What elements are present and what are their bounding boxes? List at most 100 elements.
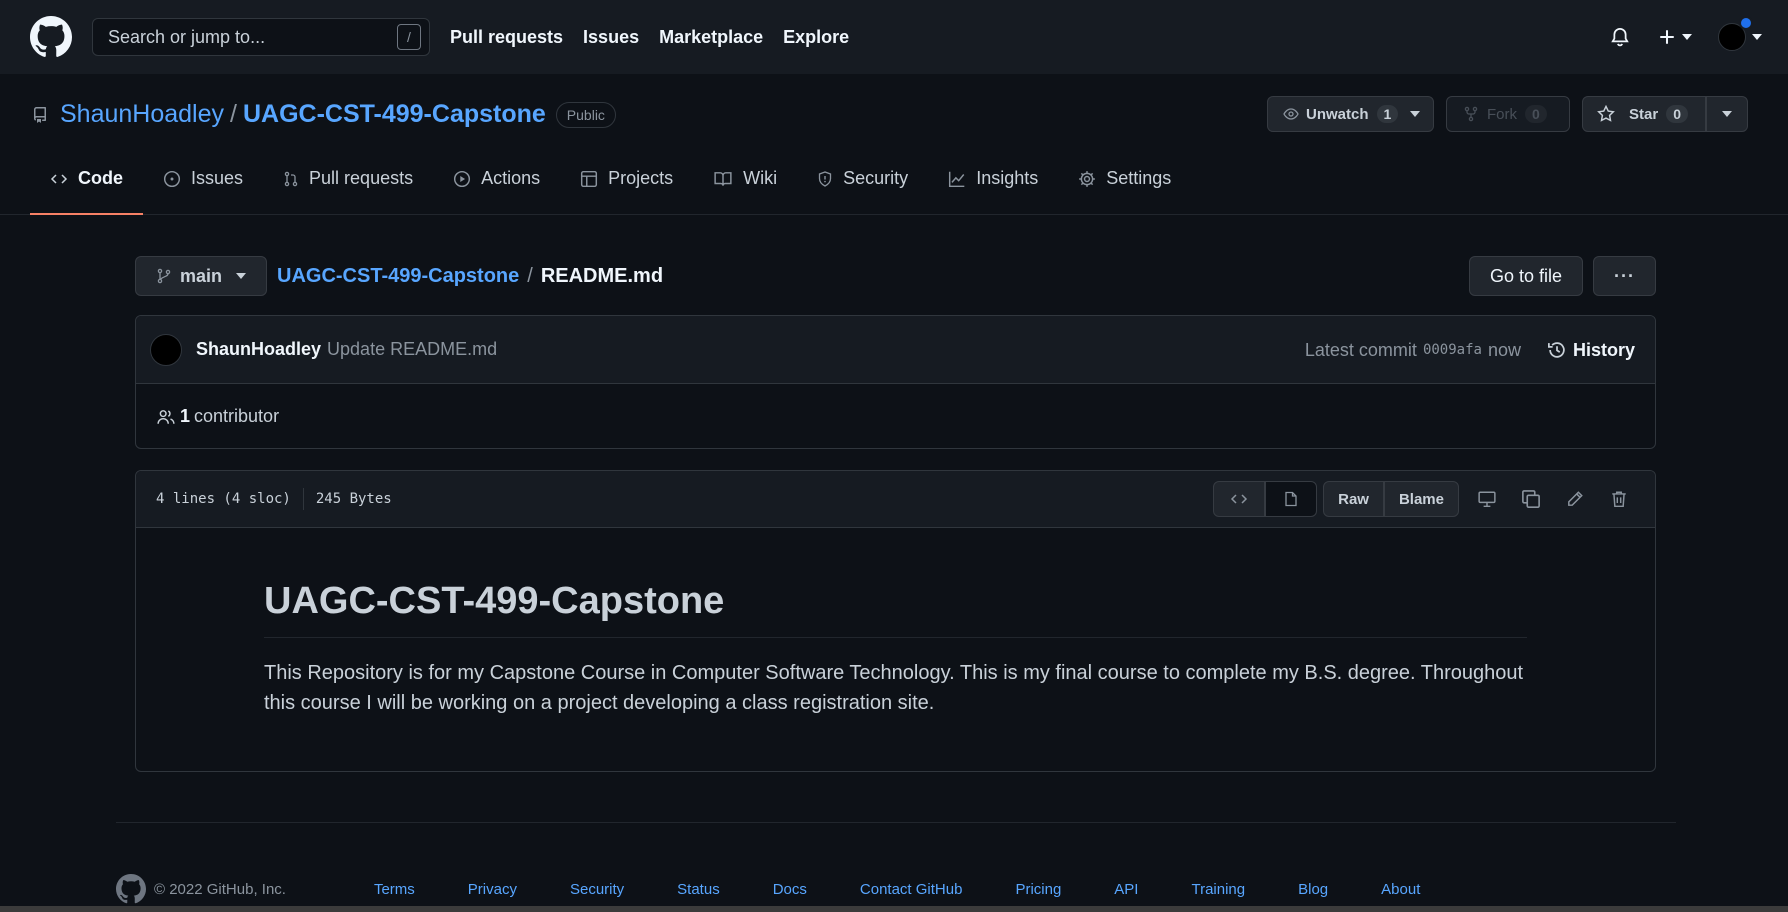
nav-issues[interactable]: Issues: [583, 27, 639, 48]
footer-links: Terms Privacy Security Status Docs Conta…: [374, 881, 1473, 898]
history-label: History: [1572, 339, 1635, 360]
breadcrumb: UAGC-CST-499-Capstone / README.md: [277, 256, 663, 296]
play-icon: [453, 170, 471, 188]
tab-projects[interactable]: Projects: [560, 142, 693, 215]
repo-title-separator: /: [230, 100, 237, 128]
breadcrumb-separator: /: [527, 264, 533, 287]
tab-label: Issues: [191, 168, 244, 188]
notification-dot: [1739, 16, 1753, 30]
display-source-button[interactable]: [1213, 481, 1266, 517]
footer-link-docs[interactable]: Docs: [773, 881, 807, 898]
file-box: 4 lines (4 sloc) 245 Bytes Raw Blame UAG…: [135, 470, 1656, 772]
repo-title: ShaunHoadley / UAGC-CST-499-Capstone Pub…: [32, 100, 616, 129]
table-icon: [580, 170, 598, 188]
header-actions: [1610, 0, 1762, 74]
branch-icon: [157, 268, 171, 284]
contributor-label: contributor: [194, 406, 280, 426]
star-button[interactable]: Star 0: [1582, 96, 1706, 132]
tab-label: Code: [78, 168, 123, 188]
github-logo-icon[interactable]: [30, 16, 72, 58]
github-mark-icon[interactable]: [116, 874, 146, 904]
chevron-down-icon: [1410, 111, 1421, 117]
star-button-group: Star 0: [1582, 96, 1748, 132]
branch-name: main: [179, 265, 222, 286]
contributors-row[interactable]: 1 contributor: [136, 384, 1655, 448]
tab-issues[interactable]: Issues: [143, 142, 263, 215]
commit-sha-link[interactable]: 0009afa: [1423, 342, 1482, 358]
top-nav: Pull requests Issues Marketplace Explore: [450, 27, 869, 48]
repo-owner-link[interactable]: ShaunHoadley: [60, 100, 224, 129]
nav-explore[interactable]: Explore: [783, 27, 849, 48]
branch-select-button[interactable]: main: [135, 256, 267, 296]
history-icon: [1547, 342, 1565, 358]
file-header: 4 lines (4 sloc) 245 Bytes Raw Blame: [136, 471, 1655, 528]
desktop-icon[interactable]: [1465, 481, 1509, 517]
nav-pull-requests[interactable]: Pull requests: [450, 27, 563, 48]
tab-label: Security: [843, 168, 909, 188]
readme-paragraph: This Repository is for my Capstone Cours…: [264, 662, 1524, 714]
watch-count: 1: [1376, 105, 1399, 123]
footer-link-contact[interactable]: Contact GitHub: [860, 881, 963, 898]
tab-insights[interactable]: Insights: [928, 142, 1058, 215]
nav-marketplace[interactable]: Marketplace: [659, 27, 763, 48]
blame-button[interactable]: Blame: [1383, 481, 1459, 517]
user-menu-button[interactable]: [1718, 16, 1762, 51]
readme-heading: UAGC-CST-499-Capstone: [264, 580, 1527, 638]
star-count: 0: [1666, 105, 1688, 123]
gear-icon: [1078, 170, 1096, 188]
fork-button[interactable]: Fork 0: [1446, 96, 1570, 132]
footer-link-terms[interactable]: Terms: [374, 881, 415, 898]
create-new-button[interactable]: [1658, 28, 1692, 46]
graph-icon: [948, 170, 966, 188]
commit-author-link[interactable]: ShaunHoadley: [196, 339, 321, 360]
footer-link-about[interactable]: About: [1381, 881, 1420, 898]
footer: © 2022 GitHub, Inc. Terms Privacy Securi…: [116, 872, 1676, 906]
footer-link-api[interactable]: API: [1114, 881, 1138, 898]
footer-link-status[interactable]: Status: [677, 881, 720, 898]
bell-icon[interactable]: [1610, 26, 1630, 48]
star-list-dropdown[interactable]: [1706, 96, 1748, 132]
raw-button[interactable]: Raw: [1323, 481, 1384, 517]
footer-link-blog[interactable]: Blog: [1298, 881, 1328, 898]
search-input[interactable]: Search or jump to... /: [92, 18, 430, 56]
star-icon: [1597, 105, 1615, 122]
go-to-file-button[interactable]: Go to file: [1468, 256, 1583, 296]
footer-link-training[interactable]: Training: [1191, 881, 1245, 898]
unwatch-button[interactable]: Unwatch 1: [1267, 96, 1434, 132]
shield-icon: [817, 170, 833, 188]
latest-commit-label: Latest commit: [1304, 339, 1417, 360]
tab-label: Insights: [976, 168, 1039, 188]
global-header: Search or jump to... / Pull requests Iss…: [0, 0, 1788, 74]
tab-pull-requests[interactable]: Pull requests: [263, 142, 433, 215]
more-options-button[interactable]: ···: [1593, 256, 1656, 296]
history-link[interactable]: History: [1547, 340, 1635, 361]
commit-message-link[interactable]: Update README.md: [327, 339, 497, 360]
tab-label: Pull requests: [309, 168, 414, 188]
file-info-divider: [302, 488, 304, 510]
footer-link-security[interactable]: Security: [570, 881, 624, 898]
breadcrumb-repo-link[interactable]: UAGC-CST-499-Capstone: [277, 265, 519, 288]
kebab-horizontal-icon: ···: [1614, 265, 1635, 286]
fork-label: Fork: [1487, 105, 1517, 123]
search-placeholder: Search or jump to...: [108, 26, 266, 47]
tab-actions[interactable]: Actions: [433, 142, 560, 215]
footer-link-privacy[interactable]: Privacy: [468, 881, 517, 898]
footer-copyright: © 2022 GitHub, Inc.: [154, 880, 286, 898]
avatar[interactable]: [150, 333, 182, 366]
trash-icon[interactable]: [1597, 481, 1641, 517]
tab-settings[interactable]: Settings: [1058, 142, 1191, 215]
fork-icon: [1464, 106, 1478, 122]
chevron-down-icon: [236, 273, 246, 279]
footer-link-pricing[interactable]: Pricing: [1015, 881, 1061, 898]
pencil-icon[interactable]: [1553, 481, 1597, 517]
eye-icon: [1283, 108, 1299, 120]
display-rendered-button[interactable]: [1265, 481, 1318, 517]
tab-security[interactable]: Security: [797, 142, 928, 215]
repo-name-link[interactable]: UAGC-CST-499-Capstone: [243, 100, 546, 129]
tab-label: Settings: [1106, 168, 1172, 188]
commit-box: ShaunHoadley Update README.md Latest com…: [135, 315, 1656, 449]
tab-wiki[interactable]: Wiki: [693, 142, 797, 215]
copy-icon[interactable]: [1509, 481, 1553, 517]
tab-code[interactable]: Code: [30, 142, 143, 215]
file-icon: [1285, 491, 1297, 507]
